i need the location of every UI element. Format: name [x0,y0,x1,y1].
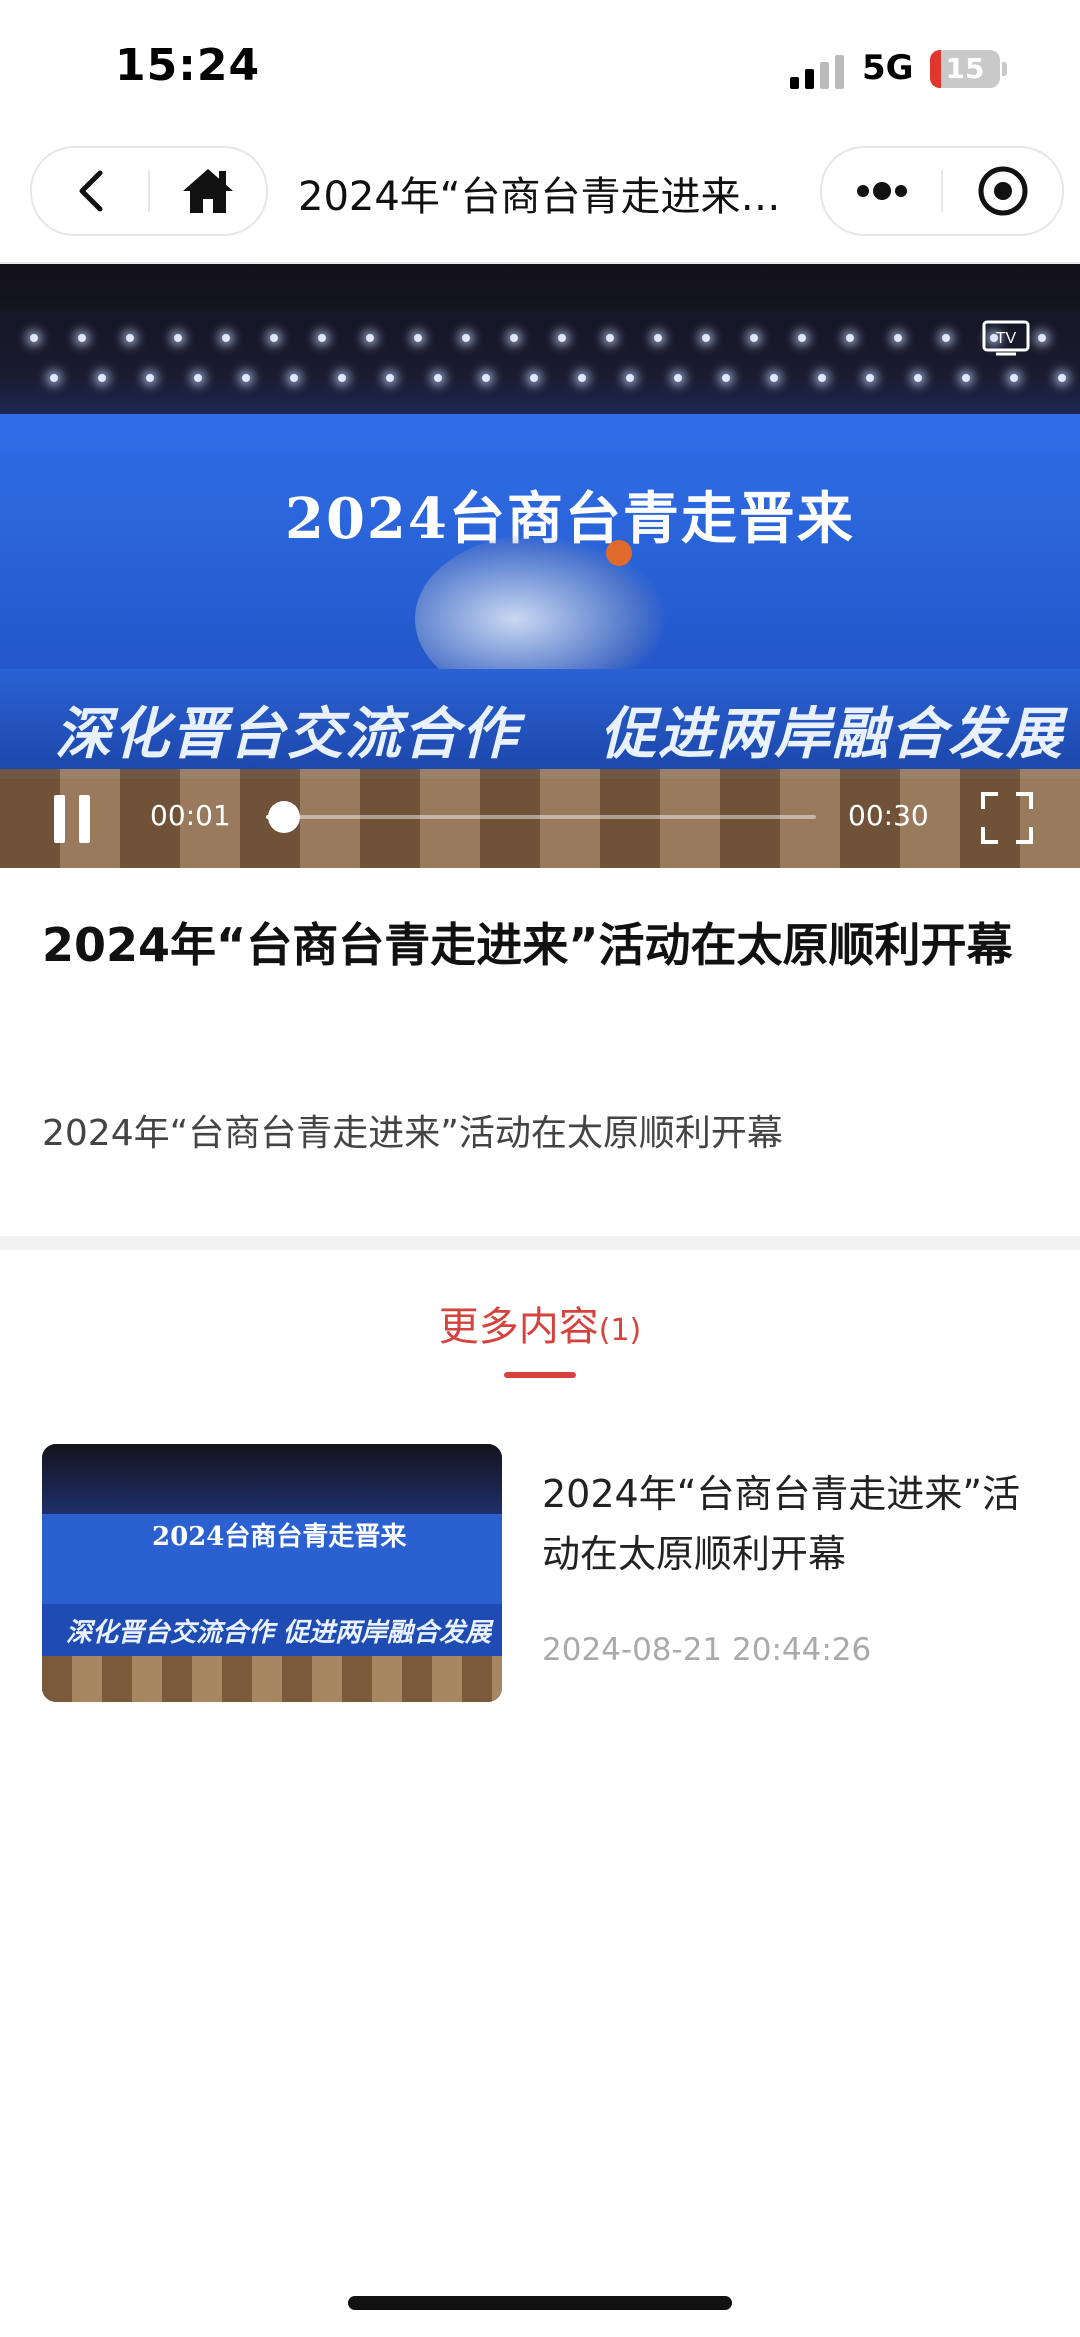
section-divider [0,1236,1080,1250]
home-icon [182,169,233,213]
nav-left-capsule [30,146,268,236]
more-content-underline [504,1372,576,1378]
stage-light [98,374,106,382]
nav-right-capsule [820,146,1064,236]
stage-light [174,334,182,342]
pause-button[interactable] [52,795,92,843]
home-button[interactable] [149,148,266,234]
current-time: 00:01 [150,799,231,832]
more-dots-icon [856,182,907,200]
progress-knob[interactable] [268,801,301,833]
video-stage-ceiling [0,264,1080,424]
stage-light [722,374,730,382]
close-miniprogram-button[interactable] [943,148,1062,234]
stage-light [414,334,422,342]
stage-light [654,334,662,342]
fullscreen-icon[interactable] [980,791,1034,845]
video-controls: 00:01 00:30 [0,769,1080,868]
stage-light [338,374,346,382]
stage-light [146,374,154,382]
stage-light [222,334,230,342]
list-item-title[interactable]: 2024年“台商台青走进来”活动在太原顺利开幕 [542,1464,1042,1584]
home-indicator [348,2296,732,2310]
stage-light [242,374,250,382]
stage-light [846,334,854,342]
target-icon [978,166,1027,216]
chevron-left-icon [79,170,102,212]
stage-light [270,334,278,342]
more-content-heading: 更多内容(1) [0,1294,1080,1352]
stage-light [366,334,374,342]
stage-light [1058,374,1066,382]
network-type: 5G [862,48,914,88]
stage-light [702,334,710,342]
stage-light [798,334,806,342]
article-title: 2024年“台商台青走进来”活动在太原顺利开幕 [42,918,1013,972]
video-logo-dot [606,540,632,566]
battery-icon: 15 [930,50,1000,88]
stage-light [914,374,922,382]
stage-light [482,374,490,382]
stage-light [558,334,566,342]
stage-light [770,374,778,382]
stage-light [126,334,134,342]
stage-light [194,374,202,382]
signal-icon [790,55,844,89]
stage-light [750,334,758,342]
stage-light [578,374,586,382]
stage-light [606,334,614,342]
stage-light [318,334,326,342]
stage-light [386,374,394,382]
more-content-count: (1) [598,1313,642,1348]
stage-light [962,374,970,382]
progress-slider[interactable] [266,801,816,833]
battery-level: 15 [945,52,985,85]
tv-cast-icon[interactable]: TV [982,320,1030,356]
status-time: 15:24 [115,40,261,91]
stage-light [942,334,950,342]
back-button[interactable] [32,148,149,234]
pause-icon [54,795,65,843]
battery-tip [1002,62,1007,76]
status-bar: 15:24 5G 15 [0,0,1080,140]
video-banner: 深化晋台交流合作 促进两岸融合发展 [0,669,1080,779]
stage-light [866,374,874,382]
page-title: 2024年“台商台青走进来… [298,174,781,220]
stage-light [626,374,634,382]
stage-light [78,334,86,342]
stage-light [50,374,58,382]
pause-icon-bar [79,795,90,843]
more-button[interactable] [822,148,941,234]
nav-bar: 2024年“台商台青走进来… [0,140,1080,264]
thumb-banner-text: 深化晋台交流合作 促进两岸融合发展 [66,1618,492,1648]
video-banner-left: 深化晋台交流合作 [55,701,519,767]
tv-label: TV [996,330,1017,347]
stage-light [510,334,518,342]
stage-light [30,334,38,342]
thumb-floor [42,1656,502,1702]
more-content-label: 更多内容 [438,1304,599,1350]
list-item-time: 2024-08-21 20:44:26 [542,1632,872,1668]
stage-light [1038,334,1046,342]
list-item-thumbnail[interactable]: 2024台商台青走晋来 深化晋台交流合作 促进两岸融合发展 [42,1444,502,1702]
stage-light [894,334,902,342]
thumb-ceiling [42,1444,502,1514]
stage-light [530,374,538,382]
stage-light [674,374,682,382]
video-banner-right: 促进两岸融合发展 [600,701,1064,767]
stage-light [818,374,826,382]
thumb-title: 2024台商台青走晋来 [152,1522,407,1552]
stage-light [462,334,470,342]
article-description: 2024年“台商台青走进来”活动在太原顺利开幕 [42,1113,783,1154]
total-time: 00:30 [848,799,929,832]
list-item[interactable]: 2024台商台青走晋来 深化晋台交流合作 促进两岸融合发展 2024年“台商台青… [42,1444,1042,1704]
stage-light [290,374,298,382]
stage-light [434,374,442,382]
stage-light [1010,374,1018,382]
video-player[interactable]: 2024台商台青走晋来 深化晋台交流合作 促进两岸融合发展 TV 00:01 0… [0,264,1080,868]
